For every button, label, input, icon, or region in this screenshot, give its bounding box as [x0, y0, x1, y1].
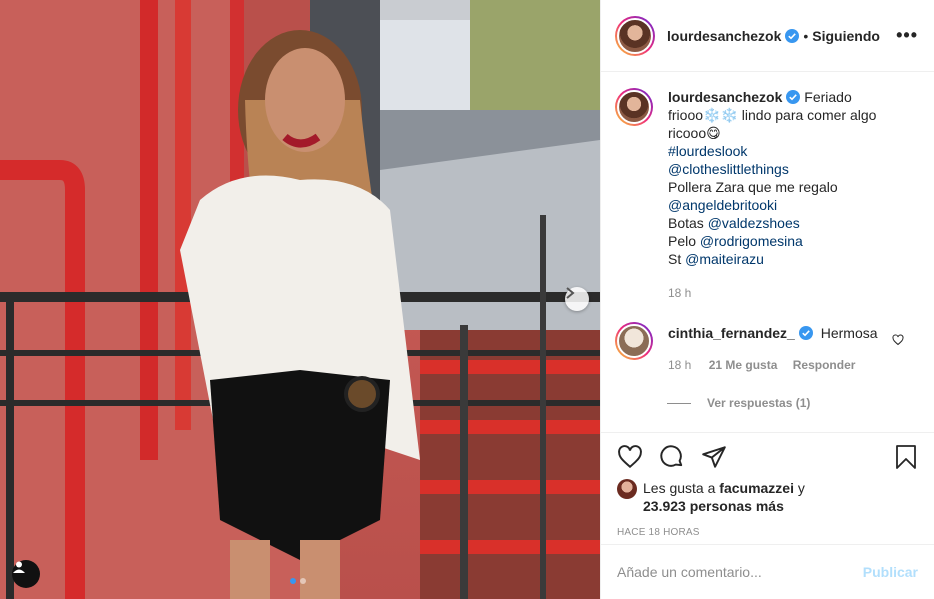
- header-separator: •: [803, 27, 809, 44]
- caption-text: friooo❄️❄️ lindo para comer algo: [668, 107, 877, 123]
- caption-text: Pelo: [668, 233, 700, 249]
- mention-link[interactable]: @angeldebritooki: [668, 197, 777, 213]
- hashtag-link[interactable]: #lourdeslook: [668, 143, 747, 159]
- carousel-dot: [300, 578, 306, 584]
- comment-item: cinthia_fernandez_ Hermosa 18 h 21 Me gu…: [615, 322, 918, 374]
- post-side-panel: lourdesanchezok • Siguiendo ••• lourdesa…: [600, 0, 934, 599]
- tagged-users-button[interactable]: [12, 560, 40, 588]
- like-comment-icon[interactable]: [892, 334, 904, 346]
- verified-badge-icon: [798, 326, 813, 340]
- comment-likes[interactable]: 21 Me gusta: [709, 358, 778, 372]
- commenter-username[interactable]: cinthia_fernandez_: [668, 325, 795, 341]
- mention-link[interactable]: @clotheslittlethings: [668, 161, 789, 177]
- verified-badge-icon: [785, 28, 800, 43]
- comment-icon[interactable]: [659, 444, 685, 470]
- carousel-indicator: [290, 578, 306, 584]
- view-replies-button[interactable]: Ver respuestas (1): [667, 396, 918, 410]
- post-photo: [0, 0, 600, 599]
- caption-avatar[interactable]: [615, 88, 653, 126]
- author-avatar[interactable]: [615, 15, 655, 56]
- photo-illustration: [0, 0, 600, 599]
- author-username[interactable]: lourdesanchezok: [667, 28, 781, 44]
- liker-avatar[interactable]: [617, 479, 637, 499]
- comments-section: lourdesanchezok Feriado friooo❄️❄️ lindo…: [601, 72, 934, 432]
- like-heart-icon[interactable]: [617, 444, 643, 470]
- caption: lourdesanchezok Feriado friooo❄️❄️ lindo…: [615, 88, 918, 302]
- verified-badge-icon: [786, 90, 801, 104]
- likes-prefix: Les gusta a: [643, 480, 720, 496]
- mention-link[interactable]: @maiteirazu: [685, 251, 764, 267]
- caption-text: Pollera Zara que me regalo: [668, 179, 838, 195]
- likes-count[interactable]: 23.923 personas más: [643, 498, 784, 514]
- mention-link[interactable]: @valdezshoes: [708, 215, 800, 231]
- add-comment-bar: Publicar: [601, 544, 934, 599]
- save-bookmark-icon[interactable]: [894, 444, 918, 470]
- liker-username[interactable]: facumazzei: [719, 480, 794, 496]
- likes-connector: y: [793, 480, 805, 496]
- carousel-dot-active: [290, 578, 296, 584]
- chevron-right-icon: [566, 287, 575, 299]
- commenter-avatar[interactable]: [615, 322, 653, 360]
- caption-text: Botas: [668, 215, 708, 231]
- caption-text: St: [668, 251, 686, 267]
- post-timestamp[interactable]: HACE 18 HORAS: [617, 527, 918, 538]
- comment-text: Hermosa: [820, 325, 878, 341]
- post-header: lourdesanchezok • Siguiendo •••: [601, 0, 934, 72]
- comment-input[interactable]: [617, 564, 863, 580]
- caption-text: Feriado: [804, 89, 852, 105]
- caption-text: ricooo😋: [668, 125, 721, 141]
- mention-link[interactable]: @rodrigomesina: [700, 233, 803, 249]
- next-image-button[interactable]: [565, 287, 589, 311]
- view-replies-label: Ver respuestas (1): [707, 396, 811, 410]
- more-options-icon[interactable]: •••: [896, 25, 918, 46]
- share-icon[interactable]: [701, 444, 727, 470]
- caption-username[interactable]: lourdesanchezok: [668, 89, 782, 105]
- reply-button[interactable]: Responder: [793, 358, 856, 372]
- following-button[interactable]: Siguiendo: [812, 28, 880, 44]
- likes-summary: Les gusta a facumazzei y 23.923 personas…: [617, 479, 918, 515]
- publish-button[interactable]: Publicar: [863, 564, 918, 580]
- caption-time[interactable]: 18 h: [668, 286, 691, 300]
- user-icon: [13, 561, 25, 573]
- post-actions: Les gusta a facumazzei y 23.923 personas…: [601, 432, 934, 538]
- comment-time[interactable]: 18 h: [668, 358, 691, 372]
